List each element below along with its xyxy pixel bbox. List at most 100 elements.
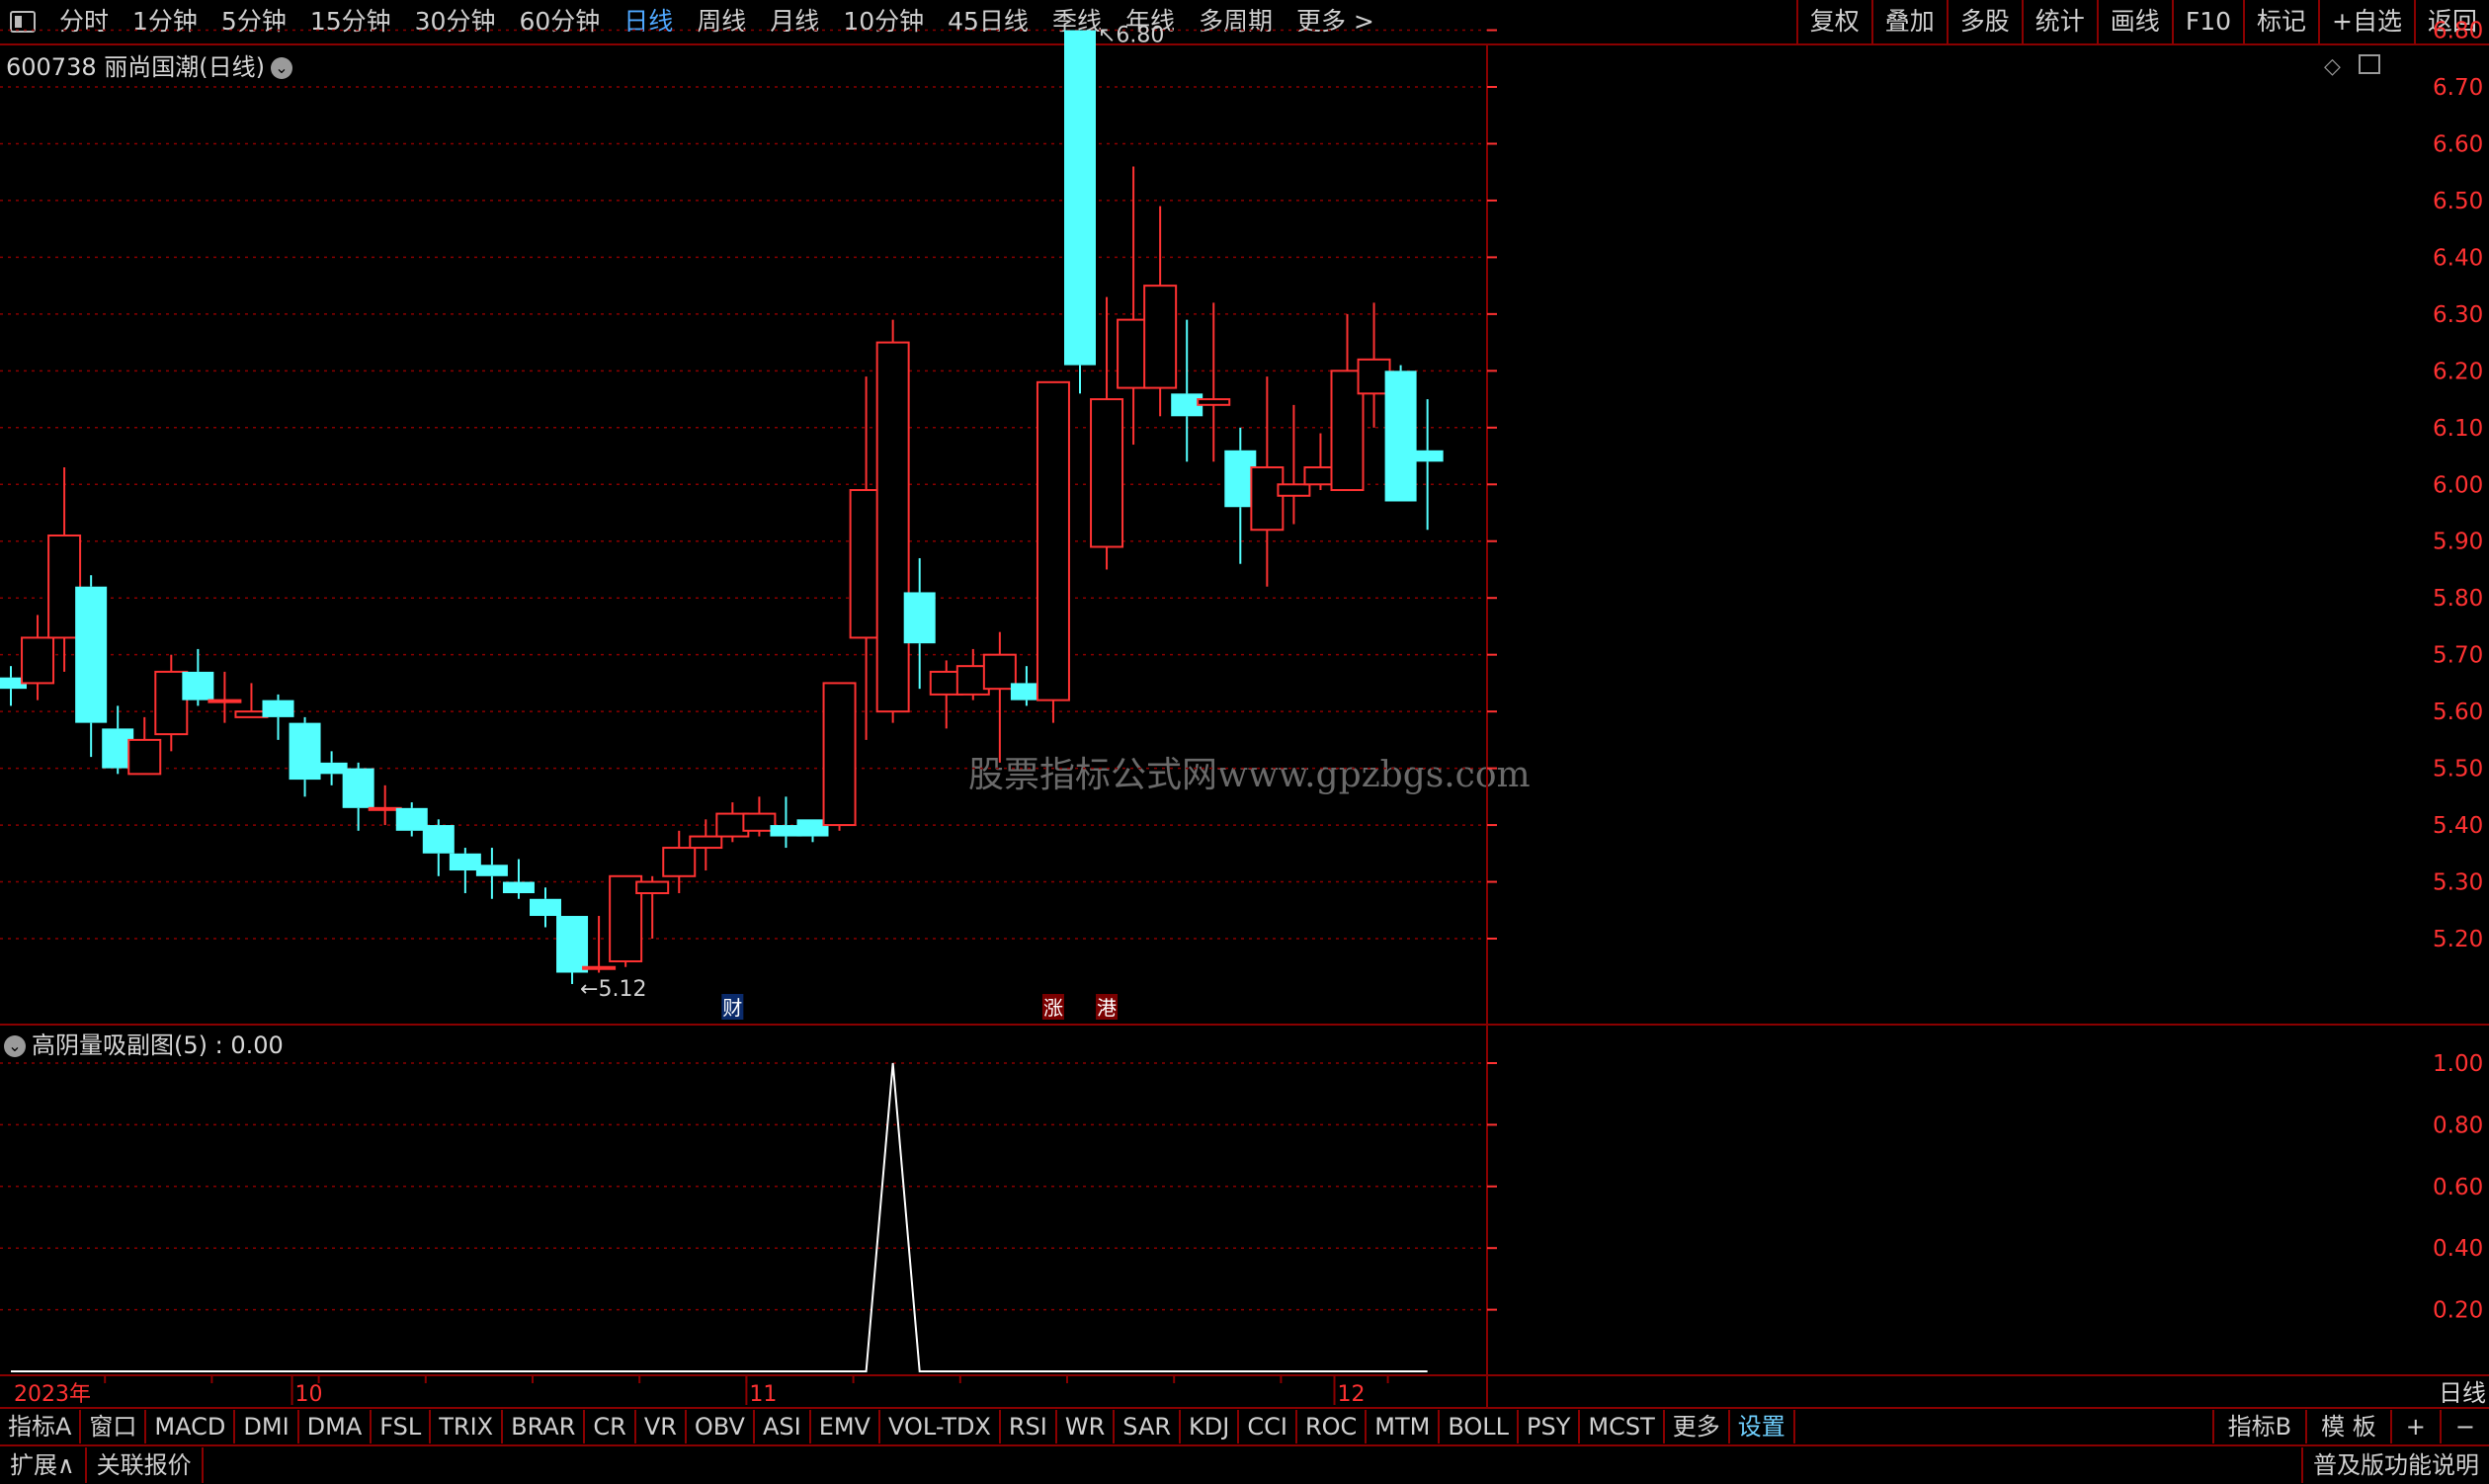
price-tick-label: 6.30 [2433, 302, 2483, 328]
price-tick-label: 5.80 [2433, 586, 2483, 612]
indicator-tab-control[interactable]: − [2439, 1410, 2489, 1443]
candle [1330, 313, 1365, 492]
price-tick-label: 6.40 [2433, 245, 2483, 271]
price-tick-label: 6.10 [2433, 416, 2483, 442]
chart-canvas[interactable]: 6.80 6.70 6.60 6.50 6.40 6.30 6.20 6.10 6.00 5.90… [0, 0, 2489, 1407]
indicator-tab[interactable]: FSL [372, 1410, 432, 1443]
price-tick-label: 5.90 [2433, 530, 2483, 555]
date-label: 10 [295, 1382, 323, 1407]
diamond-icon: ◇ [2324, 54, 2341, 79]
indicator-plot [11, 1062, 1428, 1372]
indicator-tab[interactable]: EMV [811, 1410, 880, 1443]
indicator-tab-control[interactable]: 模 板 [2305, 1410, 2390, 1443]
indicator-tab[interactable]: DMA [299, 1410, 373, 1443]
candle [556, 916, 589, 984]
candle-body [1277, 483, 1311, 497]
candle-body [182, 671, 214, 701]
indicator-tab[interactable]: 设置 [1730, 1410, 1795, 1443]
indicator-tab[interactable]: BOLL [1440, 1410, 1520, 1443]
candle [1064, 30, 1096, 394]
candle-body [635, 880, 670, 895]
candle [822, 682, 857, 831]
candle-body [75, 586, 108, 723]
indicator-tab[interactable]: 更多 [1665, 1410, 1730, 1443]
price-tick-label: 5.50 [2433, 757, 2483, 783]
price-tick-label: 5.60 [2433, 700, 2483, 725]
candle-body [822, 682, 857, 827]
event-marker: 港 [1096, 994, 1119, 1020]
indicator-tab-control[interactable]: + [2389, 1410, 2440, 1443]
indicator-tab[interactable]: MCST [1580, 1410, 1665, 1443]
event-marker: 财 [721, 994, 744, 1020]
candle [875, 319, 910, 723]
candle-body [342, 768, 374, 808]
period-indicator: 日线 [2439, 1379, 2486, 1407]
candle-body [475, 865, 508, 876]
event-marker: 涨 [1041, 994, 1064, 1020]
status-left: 扩展∧ 关联报价 [0, 1447, 204, 1483]
candle [1036, 380, 1070, 723]
indicator-tab[interactable]: 窗口 [81, 1410, 147, 1443]
candles [0, 30, 1444, 984]
candle-body [556, 916, 589, 973]
indicator-tab[interactable]: VOL-TDX [880, 1410, 1001, 1443]
indicator-tab-bar: 指标A 窗口 MACD DMI DMA FSL TRIX BRAR CR VR OBV ASI EMV V… [0, 1407, 2489, 1444]
indicator-tab[interactable]: DMI [235, 1410, 299, 1443]
price-tick-label: 5.30 [2433, 870, 2483, 896]
indicator-tab[interactable]: RSI [1001, 1410, 1057, 1443]
candle-body [502, 881, 535, 894]
event-marker-label: 涨 [1043, 996, 1063, 1020]
price-tick-label: 5.70 [2433, 643, 2483, 669]
indicator-tab[interactable]: WR [1057, 1410, 1116, 1443]
price-tick-label: 6.60 [2433, 131, 2483, 157]
indicator-tab-control[interactable]: 指标B [2211, 1410, 2305, 1443]
candle-body [1197, 398, 1231, 406]
indicator-tab[interactable]: 指标A [0, 1410, 82, 1443]
indicator-tab[interactable]: ROC [1297, 1410, 1368, 1443]
indicator-tick-label: 0.60 [2433, 1175, 2483, 1200]
candle [1197, 302, 1231, 462]
indicator-tick-label: 0.80 [2433, 1113, 2483, 1138]
candle-body [689, 835, 723, 850]
candle [182, 648, 214, 706]
help-link[interactable]: 普及版功能说明 [2301, 1447, 2489, 1483]
price-tick-label: 6.00 [2433, 472, 2483, 498]
candle-body [1036, 380, 1070, 701]
candle [289, 716, 321, 797]
candle-body [1090, 398, 1124, 548]
indicator-tab[interactable]: SAR [1115, 1410, 1182, 1443]
indicator-tab[interactable]: OBV [687, 1410, 755, 1443]
indicator-tab[interactable]: KDJ [1181, 1410, 1240, 1443]
indicator-tab[interactable]: BRAR [503, 1410, 586, 1443]
indicator-tab[interactable]: CCI [1239, 1410, 1297, 1443]
price-axis: 6.80 6.70 6.60 6.50 6.40 6.30 6.20 6.10 6.00 5.90… [14, 19, 2486, 1407]
grid [0, 29, 2489, 1407]
candle-body [1064, 30, 1096, 366]
candle-body [662, 847, 697, 877]
status-button[interactable]: 扩展∧ [0, 1447, 87, 1483]
candle-body [127, 738, 162, 776]
price-tick-label: 6.20 [2433, 359, 2483, 384]
candle-body [530, 898, 561, 917]
indicator-line [11, 1062, 1428, 1372]
price-tick-label: 5.20 [2433, 927, 2483, 952]
candle-body [582, 965, 617, 970]
candle-body [903, 592, 936, 644]
indicator-tab[interactable]: MTM [1367, 1410, 1441, 1443]
indicator-tab[interactable]: MACD [146, 1410, 236, 1443]
price-tick-label: 5.40 [2433, 813, 2483, 839]
date-label: 2023年 [14, 1382, 91, 1407]
indicator-tab[interactable]: VR [636, 1410, 687, 1443]
status-button[interactable]: 关联报价 [87, 1447, 204, 1483]
indicator-tab[interactable]: PSY [1519, 1410, 1581, 1443]
indicator-tick-label: 1.00 [2433, 1051, 2483, 1077]
min-price-label: ←5.12 [580, 977, 646, 1002]
indicator-tab[interactable]: CR [585, 1410, 636, 1443]
panel-toggle-icon [2359, 54, 2380, 74]
indicator-tab[interactable]: ASI [755, 1410, 811, 1443]
indicator-tab[interactable]: TRIX [431, 1410, 504, 1443]
event-marker-label: 港 [1097, 996, 1117, 1020]
price-tick-label: 6.80 [2433, 19, 2483, 44]
indicator-tabs: 指标A 窗口 MACD DMI DMA FSL TRIX BRAR CR VR OBV ASI EMV V… [0, 1410, 1795, 1443]
candle-body [262, 700, 294, 717]
